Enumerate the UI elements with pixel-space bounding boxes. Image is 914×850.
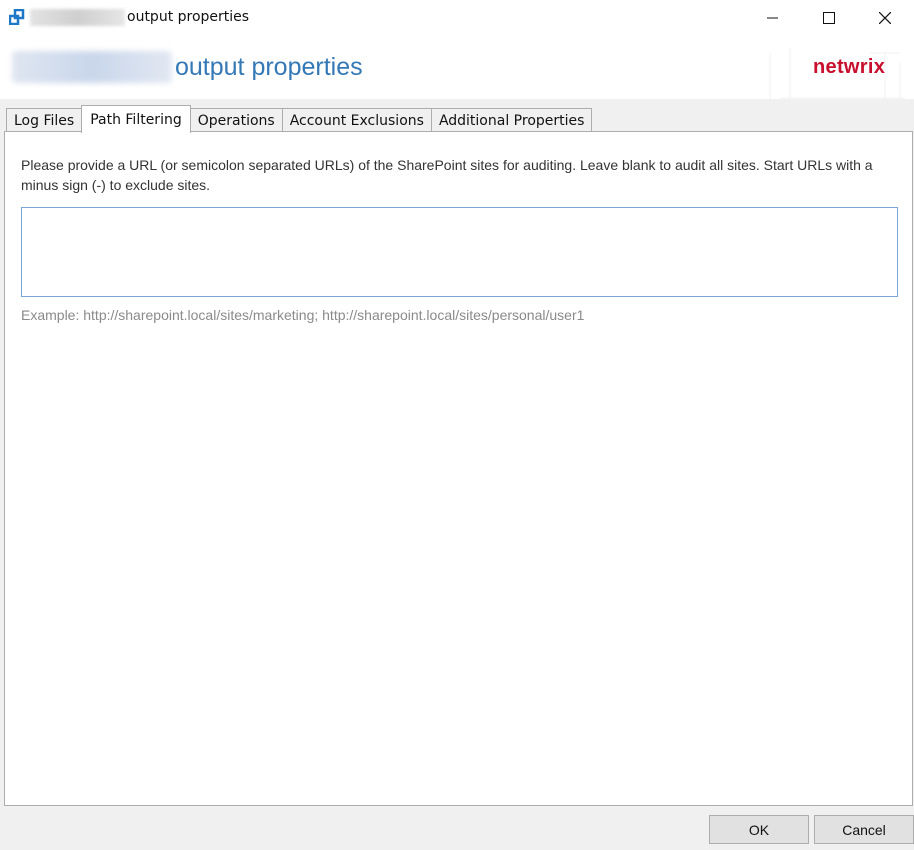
path-filtering-panel: Please provide a URL (or semicolon separ… [4, 131, 913, 806]
netwrix-logo: netwrix [813, 56, 886, 78]
app-icon [8, 8, 25, 26]
close-icon [879, 11, 891, 24]
close-button[interactable] [856, 0, 914, 35]
ok-button[interactable]: OK [709, 815, 809, 844]
redacted-app-name [30, 9, 125, 26]
tab-label: Additional Properties [438, 112, 585, 129]
tab-additional-properties[interactable]: Additional Properties [430, 108, 593, 132]
tab-strip: Log Files Path Filtering Operations Acco… [6, 105, 593, 133]
tab-label: Account Exclusions [289, 112, 424, 129]
title-bar: output properties [0, 0, 914, 35]
minimize-icon [767, 17, 778, 18]
tab-label: Log Files [14, 112, 75, 129]
tab-label: Path Filtering [90, 111, 182, 128]
header-title: output properties [175, 53, 363, 81]
window-title: output properties [127, 9, 250, 25]
example-hint: Example: http://sharepoint.local/sites/m… [21, 307, 585, 323]
cancel-button[interactable]: Cancel [814, 815, 914, 844]
redacted-header-name [12, 51, 172, 83]
path-filtering-description: Please provide a URL (or semicolon separ… [21, 157, 873, 193]
tab-operations[interactable]: Operations [189, 108, 283, 132]
dialog-header: output properties netwrix [0, 35, 914, 103]
tab-path-filtering[interactable]: Path Filtering [81, 105, 191, 133]
maximize-button[interactable] [800, 0, 858, 35]
minimize-button[interactable] [744, 0, 802, 35]
maximize-icon [823, 11, 835, 24]
tab-account-exclusions[interactable]: Account Exclusions [281, 108, 432, 132]
tab-label: Operations [197, 112, 275, 129]
tab-log-files[interactable]: Log Files [6, 108, 83, 132]
sharepoint-urls-input[interactable] [21, 207, 898, 297]
